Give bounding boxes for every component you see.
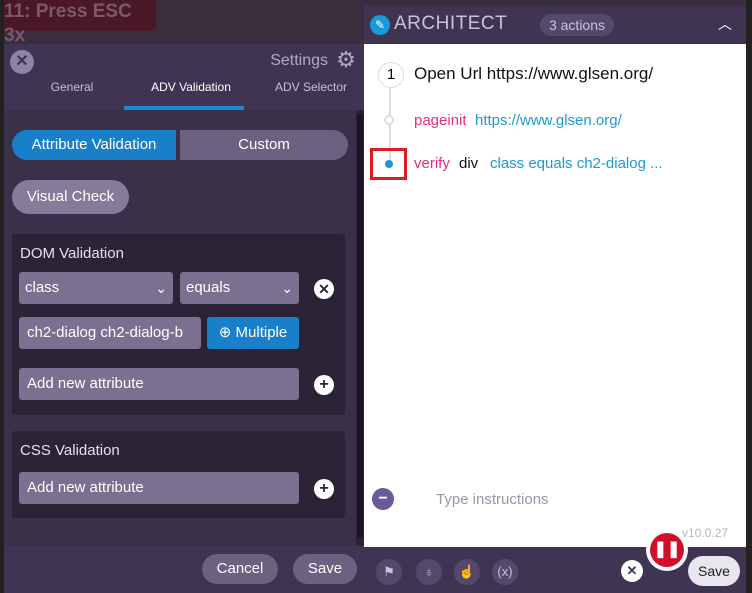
remove-attribute-icon[interactable]: ✕: [314, 279, 334, 299]
version-label: v10.0.27: [682, 526, 729, 540]
architect-panel: ✎ ARCHITECT 3 actions ︿ 1 Open Url https…: [364, 6, 746, 593]
collapse-icon[interactable]: −: [372, 488, 394, 510]
step-dot: [384, 115, 394, 125]
step-keyword-verify[interactable]: verify: [414, 155, 450, 172]
architect-header: ✎ ARCHITECT 3 actions ︿: [364, 6, 746, 44]
variable-icon[interactable]: (x): [492, 559, 518, 585]
step-banner: 11: Press ESC 3x: [0, 0, 156, 46]
step-number: 1: [378, 62, 404, 88]
architect-logo-icon: ✎: [370, 15, 390, 35]
actions-count-badge: 3 actions: [540, 14, 614, 36]
multiple-button[interactable]: ⊕ Multiple: [207, 317, 299, 349]
visual-check-button[interactable]: Visual Check: [12, 180, 129, 214]
settings-panel: ✕ Settings ⚙ General ADV Validation ADV …: [4, 44, 364, 593]
css-add-attribute-field[interactable]: Add new attribute: [19, 472, 299, 504]
pin-icon[interactable]: ♁: [416, 559, 442, 585]
architect-save-button[interactable]: Save: [688, 556, 740, 586]
segment-custom[interactable]: Custom: [180, 130, 348, 160]
attribute-value-input[interactable]: ch2-dialog ch2-dialog-b: [19, 317, 201, 349]
flag-icon[interactable]: ⚑: [376, 559, 402, 585]
chevron-up-icon[interactable]: ︿: [718, 14, 732, 34]
tab-general[interactable]: General: [12, 80, 132, 110]
attribute-select-value: class: [25, 279, 60, 296]
scrollbar-thumb[interactable]: [357, 114, 363, 538]
chevron-down-icon: ⌄: [155, 280, 167, 296]
multiple-label: Multiple: [235, 324, 288, 341]
settings-title: Settings: [270, 52, 328, 69]
attribute-select[interactable]: class ⌄: [19, 272, 173, 304]
close-icon[interactable]: ✕: [10, 50, 34, 74]
add-css-attribute-icon[interactable]: +: [314, 479, 334, 499]
step-open-url[interactable]: Open Url https://www.glsen.org/: [414, 64, 653, 84]
css-validation-title: CSS Validation: [20, 442, 120, 459]
step-keyword-pageinit[interactable]: pageinit: [414, 112, 467, 129]
gear-icon[interactable]: ⚙: [334, 48, 358, 72]
multiple-icon: ⊕: [218, 324, 232, 341]
step-target-verify[interactable]: div: [459, 155, 478, 172]
window-frame-right: [746, 0, 752, 593]
cursor-icon[interactable]: ☝: [454, 559, 480, 585]
active-step-dot: [385, 160, 393, 168]
cancel-button[interactable]: Cancel: [202, 554, 278, 584]
settings-scrollbar[interactable]: [356, 110, 364, 546]
dom-validation-card: DOM Validation class ⌄ equals ⌄ ✕ ch2-di…: [12, 234, 345, 415]
instructions-input[interactable]: Type instructions: [436, 491, 549, 508]
discard-icon[interactable]: ✕: [621, 560, 643, 582]
architect-title: ARCHITECT: [394, 13, 508, 34]
segment-attribute-validation[interactable]: Attribute Validation: [12, 130, 176, 160]
dom-validation-title: DOM Validation: [20, 245, 124, 262]
dom-add-attribute-field[interactable]: Add new attribute: [19, 368, 299, 400]
operator-select-value: equals: [186, 279, 231, 296]
settings-header: ✕ Settings ⚙ General ADV Validation ADV …: [4, 44, 364, 110]
chevron-down-icon: ⌄: [281, 280, 293, 296]
architect-footer: ⚑ ♁ ☝ (x) ✕ ❚❚ Save: [364, 529, 746, 593]
tab-adv-selector[interactable]: ADV Selector: [251, 80, 371, 110]
step-value-pageinit[interactable]: https://www.glsen.org/: [475, 112, 622, 129]
operator-select[interactable]: equals ⌄: [180, 272, 299, 304]
pause-record-button[interactable]: ❚❚: [650, 533, 684, 567]
save-button[interactable]: Save: [293, 554, 357, 584]
add-attribute-icon[interactable]: +: [314, 375, 334, 395]
css-validation-card: CSS Validation Add new attribute +: [12, 431, 345, 518]
settings-footer: Cancel Save: [4, 546, 364, 593]
step-value-verify[interactable]: class equals ch2-dialog ...: [490, 155, 663, 172]
